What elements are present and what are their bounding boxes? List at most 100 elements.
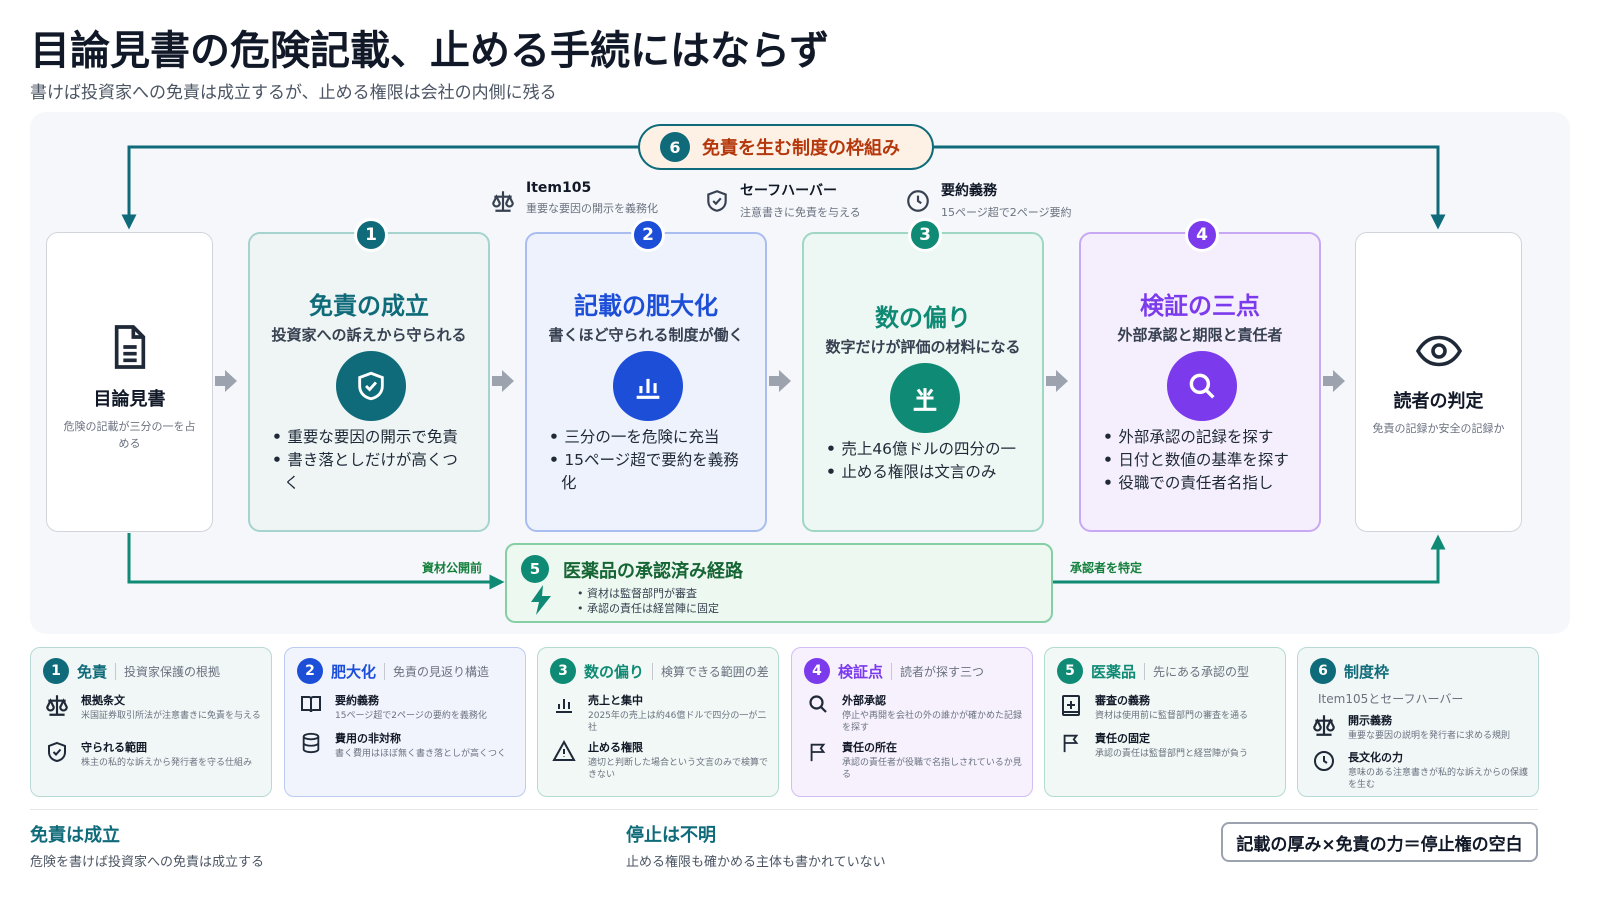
card-row-title: 止める権限 bbox=[588, 741, 643, 754]
card-row-title: 根拠条文 bbox=[81, 694, 125, 707]
framework-title: Item105 bbox=[526, 180, 592, 196]
search-icon bbox=[1167, 351, 1237, 421]
scale-icon bbox=[1313, 715, 1335, 736]
card-row-text: 重要な要因の説明を発行者に求める規則 bbox=[1348, 731, 1511, 741]
step-title: 医薬品の承認済み経路 bbox=[563, 561, 743, 582]
step-bullet: 書き落としだけが高くつく bbox=[272, 449, 470, 495]
summary-card-2: 2 肥大化 免責の見返り構造 要約義務 15ページ超で2ページの要約を義務化 費用の非… bbox=[284, 647, 526, 797]
card-row-text: 15ページ超で2ページの要約を義務化 bbox=[335, 711, 487, 721]
card-row-title: 売上と集中 bbox=[588, 694, 643, 707]
database-icon bbox=[302, 732, 320, 754]
step-card-1: 1 免責の成立 投資家への訴えから守られる 重要な要因の開示で免責 書き落としだ… bbox=[248, 218, 490, 532]
step-bullets: 三分の一を危険に充当 15ページ超で要約を義務化 bbox=[549, 426, 747, 495]
warning-icon bbox=[552, 739, 576, 761]
footer-mid-sub: 止める権限も確かめる主体も書かれていない bbox=[626, 855, 886, 870]
card-row-text: 米国証券取引所法が注意書きに免責を与える bbox=[81, 711, 261, 721]
summary-card-4: 4 検証点 読者が探す三つ 外部承認 停止や再開を会社の外の誰かが確かめた記録を探す … bbox=[791, 647, 1033, 797]
start-title: 目論見書 bbox=[93, 389, 166, 410]
framework-sub: 重要な要因の開示を義務化 bbox=[526, 202, 658, 215]
framework-item-safe-harbor: セーフハーバー 注意書きに免責を与える bbox=[704, 180, 861, 220]
card-title: 肥大化 bbox=[331, 662, 377, 681]
lightning-icon bbox=[531, 585, 551, 615]
card-number: 3 bbox=[550, 658, 576, 684]
card-row-text: 書く費用はほぼ無く書き落としが高くつく bbox=[335, 749, 507, 759]
card-number: 6 bbox=[1310, 658, 1336, 684]
step-bullet: 重要な要因の開示で免責 bbox=[272, 426, 470, 449]
step-card-4: 4 検証の三点 外部承認と期限と責任者 外部承認の記録を探す 日付と数値の基準を… bbox=[1079, 218, 1321, 532]
step-card-5: 5 医薬品の承認済み経路 • 資材は監督部門が審査 • 承認の責任は経営陣に固定 bbox=[505, 543, 1053, 623]
eye-icon bbox=[1415, 335, 1462, 367]
step-bullet: 止める権限は文言のみ bbox=[826, 461, 1024, 484]
end-sub: 免責の記録か安全の記録か bbox=[1372, 422, 1505, 435]
step-sub: 数字だけが評価の材料になる bbox=[825, 338, 1021, 356]
card-row-title: 長文化の力 bbox=[1348, 751, 1403, 764]
step-bullet: 三分の一を危険に充当 bbox=[549, 426, 747, 449]
step-sub: 書くほど守られる制度が働く bbox=[548, 326, 744, 344]
card-title: 医薬品 bbox=[1091, 662, 1137, 681]
framework-sub: 注意書きに免責を与える bbox=[740, 206, 861, 219]
step-bullet: 日付と数値の基準を探す bbox=[1103, 449, 1301, 472]
footer-equation: 記載の厚み×免責の力＝停止権の空白 bbox=[1221, 822, 1538, 862]
step-number: 4 bbox=[1185, 218, 1219, 252]
clock-icon bbox=[907, 190, 929, 212]
card-row-text: 停止や再開を会社の外の誰かが確かめた記録を探す bbox=[842, 711, 1023, 733]
footer-left-title: 免責は成立 bbox=[30, 825, 120, 846]
step-sub: 投資家への訴えから守られる bbox=[271, 326, 467, 344]
clock-icon bbox=[1314, 751, 1334, 771]
card-title: 数の偏り bbox=[584, 662, 645, 681]
step-title: 数の偏り bbox=[875, 304, 971, 332]
summary-card-5: 5 医薬品 先にある承認の型 審査の義務 資材は使用前に監督部門の審査を通る 責任の固… bbox=[1044, 647, 1286, 797]
page-subtitle: 書けば投資家への免責は成立するが、止める権限は会社の内側に残る bbox=[30, 83, 557, 103]
card-number: 4 bbox=[804, 658, 830, 684]
footer-middle: 停止は不明 止める権限も確かめる主体も書かれていない bbox=[626, 821, 886, 870]
step-number: 3 bbox=[908, 218, 942, 252]
flag-icon bbox=[810, 743, 826, 762]
card-sub: Item105とセーフハーバー bbox=[1318, 692, 1464, 706]
card-row-title: 外部承認 bbox=[842, 694, 886, 707]
footer-left: 免責は成立 危険を書けば投資家への免責は成立する bbox=[30, 821, 264, 870]
framework-loop-label: 免責を生む制度の枠組み bbox=[702, 138, 900, 159]
step6-number: 6 bbox=[660, 132, 690, 162]
shield-icon bbox=[707, 190, 727, 212]
step-number: 5 bbox=[521, 555, 549, 583]
card-row-text: 承認の責任者が役職で名指しされているか見る bbox=[842, 758, 1022, 780]
card-row-text: 資材は使用前に監督部門の審査を通る bbox=[1095, 711, 1249, 721]
flag-icon bbox=[1063, 734, 1079, 753]
card-sub: 検算できる範囲の差 bbox=[652, 662, 769, 680]
footer-mid-title: 停止は不明 bbox=[626, 825, 716, 846]
flow-label-before-release: 資材公開前 bbox=[422, 561, 483, 575]
card-row-text: 株主の私的な訴えから発行者を守る仕組み bbox=[81, 758, 253, 768]
framework-sub: 15ページ超で2ページ要約 bbox=[941, 206, 1072, 219]
card-row-text: 意味のある注意書きが私的な訴えからの保護を生む bbox=[1348, 768, 1529, 790]
page-title: 目論見書の危険記載、止める手続にはならず bbox=[30, 28, 830, 74]
card-title: 制度枠 bbox=[1344, 662, 1390, 681]
card-row-title: 審査の義務 bbox=[1095, 694, 1150, 707]
step-title: 免責の成立 bbox=[309, 292, 429, 320]
scale-icon bbox=[492, 191, 514, 212]
card-row-title: 責任の所在 bbox=[842, 741, 897, 754]
card-sub: 投資家保護の根拠 bbox=[115, 662, 220, 680]
card-sub: 先にある承認の型 bbox=[1144, 662, 1249, 680]
start-box-prospectus: 目論見書 危険の記載が三分の一を占める bbox=[46, 232, 213, 532]
framework-title: 要約義務 bbox=[941, 183, 997, 199]
step-number: 2 bbox=[631, 218, 665, 252]
card-number: 1 bbox=[43, 658, 69, 684]
step-bullets: 外部承認の記録を探す 日付と数値の基準を探す 役職での責任者名指し bbox=[1103, 426, 1301, 495]
bar-chart-icon bbox=[613, 351, 683, 421]
shield-icon bbox=[48, 741, 66, 763]
step-card-2: 2 記載の肥大化 書くほど守られる制度が働く 三分の一を危険に充当 15ページ超… bbox=[525, 218, 767, 532]
plus-box-icon bbox=[1062, 695, 1080, 716]
summary-card-1: 1 免責 投資家保護の根拠 根拠条文米国証券取引所法が注意書きに免責を与える 守られ… bbox=[30, 647, 272, 797]
card-row-text: 承認の責任は監督部門と経営陣が負う bbox=[1095, 749, 1249, 759]
card-title: 免責 bbox=[77, 662, 108, 681]
bar-chart-icon bbox=[556, 699, 572, 713]
card-row-title: 守られる範囲 bbox=[81, 741, 147, 754]
step5-bullet: • 承認の責任は経営陣に固定 bbox=[577, 602, 719, 615]
card-row-title: 要約義務 bbox=[335, 694, 379, 707]
flow-label-identify-approver: 承認者を特定 bbox=[1070, 561, 1143, 575]
card-row-title: 責任の固定 bbox=[1095, 732, 1150, 745]
step-bullets: 売上46億ドルの四分の一 止める権限は文言のみ bbox=[826, 438, 1024, 484]
framework-loop-pill: 6 免責を生む制度の枠組み bbox=[638, 124, 934, 170]
book-icon bbox=[301, 696, 321, 713]
step-bullet: 役職での責任者名指し bbox=[1103, 472, 1301, 495]
